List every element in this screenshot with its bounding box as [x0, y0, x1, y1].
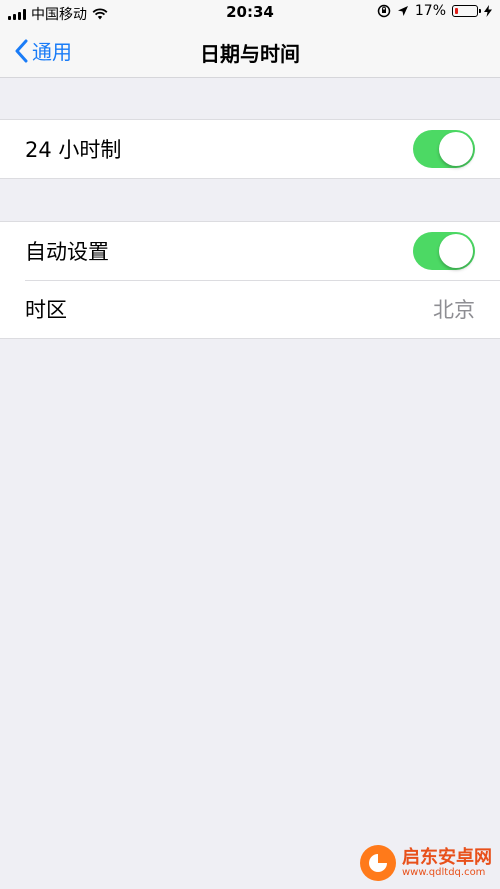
setting-label-timezone: 时区	[25, 298, 67, 322]
orientation-lock-icon	[377, 4, 391, 18]
setting-label-auto-set: 自动设置	[25, 240, 109, 264]
setting-row-auto-set: 自动设置	[0, 222, 500, 280]
watermark-url: www.qdltdq.com	[402, 867, 486, 879]
battery-icon	[452, 5, 481, 17]
charging-bolt-icon	[484, 5, 492, 17]
setting-label-24-hour: 24 小时制	[25, 138, 122, 162]
settings-group-time-format: 24 小时制	[0, 119, 500, 179]
watermark-logo-icon	[360, 845, 396, 881]
timezone-value: 北京	[433, 298, 475, 322]
setting-row-24-hour: 24 小时制	[0, 120, 500, 178]
page-title: 日期与时间	[200, 42, 300, 66]
toggle-knob	[439, 132, 473, 166]
settings-group-auto: 自动设置 时区 北京	[0, 221, 500, 339]
toggle-24-hour[interactable]	[413, 130, 475, 168]
battery-percent: 17%	[414, 3, 446, 19]
battery-fill	[455, 8, 458, 14]
watermark: 启东安卓网 www.qdltdq.com	[360, 845, 492, 881]
toggle-auto-set[interactable]	[413, 232, 475, 270]
watermark-text: 启东安卓网 www.qdltdq.com	[402, 846, 492, 879]
watermark-name: 启东安卓网	[402, 846, 492, 868]
settings-screen: 中国移动 20:34 17% 通用 日期与时间 24 小时制 自动设置 时区 北…	[0, 0, 500, 889]
status-right: 17%	[377, 3, 492, 19]
status-bar: 中国移动 20:34 17%	[0, 0, 500, 26]
setting-row-timezone[interactable]: 时区 北京	[0, 280, 500, 338]
navigation-bar: 通用 日期与时间	[0, 26, 500, 78]
location-icon	[397, 6, 408, 16]
toggle-knob	[439, 234, 473, 268]
